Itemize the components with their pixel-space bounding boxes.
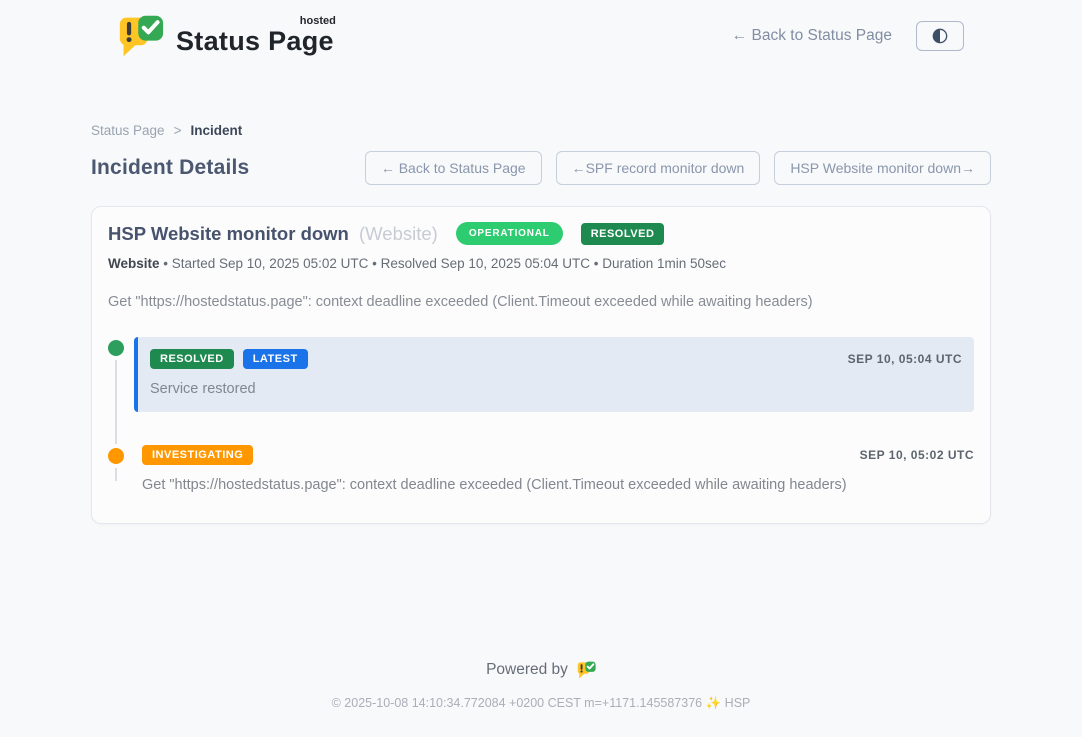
operational-status-badge: OPERATIONAL [456,222,563,245]
copyright-main: © 2025-10-08 14:10:34.772084 +0200 CEST … [332,696,703,710]
incident-meta-service: Website [108,256,160,271]
main-content: Status Page > Incident Incident Details … [0,58,1082,661]
timeline-message: Service restored [150,381,962,397]
incident-card: HSP Website monitor down (Website) OPERA… [91,206,991,524]
header: hosted Status Page ← Back to Status Page [0,0,1082,58]
next-incident-button[interactable]: HSP Website monitor down→ [774,151,991,185]
page: hosted Status Page ← Back to Status Page… [0,0,1082,737]
powered-by-link[interactable]: Powered by [0,661,1082,679]
breadcrumb-status-page[interactable]: Status Page [91,123,165,138]
breadcrumb-separator: > [174,123,182,138]
timeline-entry-investigating: INVESTIGATING SEP 10, 05:02 UTC Get "htt… [134,445,974,493]
title-row: Incident Details ← Back to Status Page ←… [91,151,991,185]
timeline-item-resolved: RESOLVED LATEST SEP 10, 05:04 UTC Servic… [108,337,974,412]
incident-timeline: RESOLVED LATEST SEP 10, 05:04 UTC Servic… [108,337,974,493]
latest-badge: LATEST [243,349,308,369]
powered-by-logo-icon [577,661,596,679]
timeline-item-investigating: INVESTIGATING SEP 10, 05:02 UTC Get "htt… [108,445,974,493]
timeline-dot-orange [108,448,124,464]
theme-toggle-button[interactable] [916,21,964,51]
incident-nav-buttons: ← Back to Status Page ←SPF record monito… [365,151,991,185]
prev-incident-button[interactable]: ←SPF record monitor down [556,151,761,185]
contrast-icon [930,26,950,46]
incident-service-label: (Website) [359,223,438,244]
resolved-state-badge: RESOLVED [581,223,665,245]
timeline-message: Get "https://hostedstatus.page": context… [142,477,974,493]
breadcrumb: Status Page > Incident [91,123,991,138]
powered-by-label: Powered by [486,661,568,679]
investigating-badge: INVESTIGATING [142,445,253,465]
breadcrumb-incident: Incident [190,123,242,138]
back-to-status-page-button[interactable]: ← Back to Status Page [365,151,542,185]
timeline-timestamp: SEP 10, 05:04 UTC [848,352,962,366]
brand-logo-link[interactable]: hosted Status Page [118,14,334,58]
incident-description: Get "https://hostedstatus.page": context… [108,294,974,310]
sparkle-icon: ✨ [706,696,722,710]
back-to-status-page-link[interactable]: ← Back to Status Page [732,27,892,45]
timeline-timestamp: SEP 10, 05:02 UTC [860,448,974,462]
incident-title-row: HSP Website monitor down (Website) OPERA… [108,222,974,245]
copyright-text: © 2025-10-08 14:10:34.772084 +0200 CEST … [0,696,1082,711]
incident-title: HSP Website monitor down (Website) [108,223,438,245]
incident-name: HSP Website monitor down [108,223,349,244]
footer: Powered by © 2025-10-08 14:10:34.772084 … [0,661,1082,737]
incident-meta: Website • Started Sep 10, 2025 05:02 UTC… [108,256,974,271]
timeline-dot-green [108,340,124,356]
brand-superscript: hosted [300,15,336,27]
resolved-badge: RESOLVED [150,349,234,369]
incident-meta-details: • Started Sep 10, 2025 05:02 UTC • Resol… [160,256,727,271]
brand-name: Status Page [176,26,334,56]
brand-wordmark: hosted Status Page [176,16,334,57]
copyright-suffix: HSP [725,696,751,710]
status-page-logo-icon [118,14,164,58]
timeline-entry-latest: RESOLVED LATEST SEP 10, 05:04 UTC Servic… [134,337,974,412]
page-title: Incident Details [91,156,249,180]
